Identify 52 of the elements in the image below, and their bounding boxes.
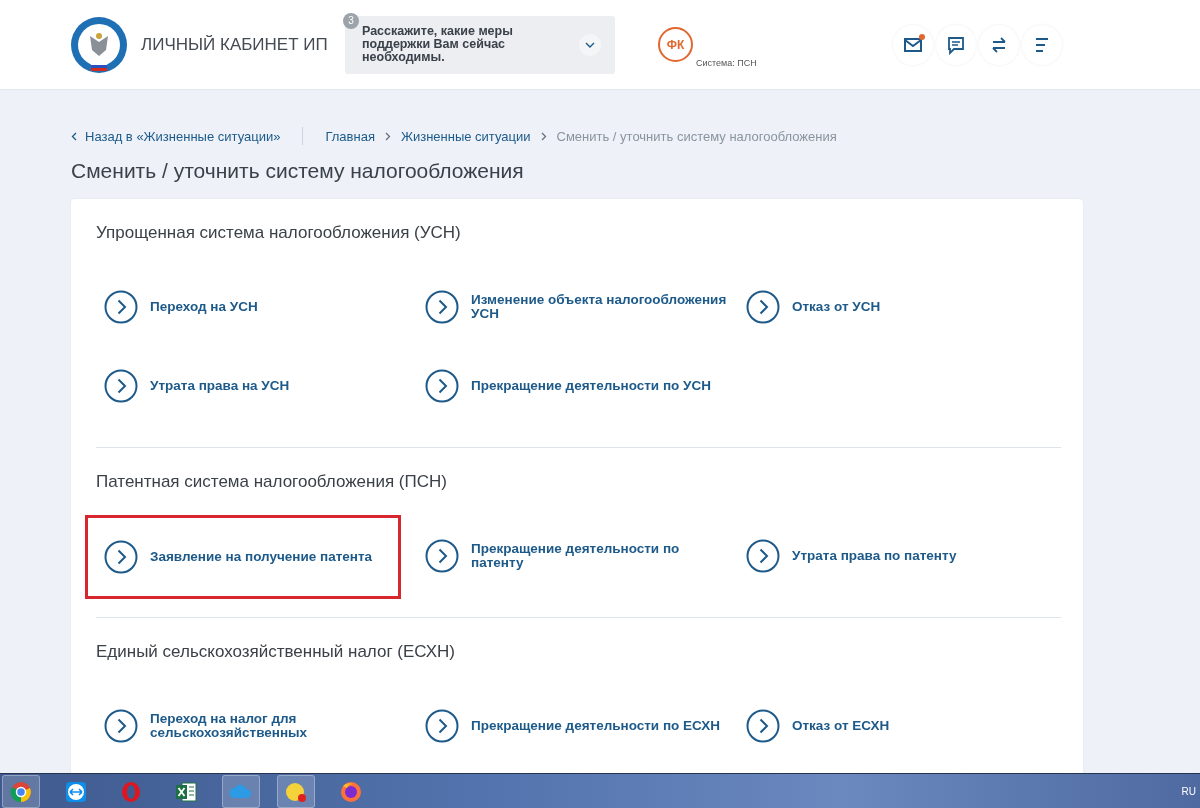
arrow-circle-icon: [746, 289, 780, 324]
menu-button[interactable]: [1022, 24, 1062, 65]
arrow-circle-icon: [425, 538, 459, 573]
arrow-circle-icon: [104, 289, 138, 324]
option-link[interactable]: Утрата права на УСН: [150, 378, 412, 393]
option-link[interactable]: Переход на УСН: [150, 299, 412, 314]
breadcrumb-link[interactable]: Жизненные ситуации: [400, 128, 531, 144]
browser-icon: [119, 779, 143, 804]
page-title: Сменить / уточнить систему налогообложения: [71, 159, 525, 183]
count-badge: 3: [343, 12, 359, 29]
chevron-icon: [384, 131, 391, 141]
chat-button[interactable]: [936, 24, 976, 65]
arrow-circle-icon: [425, 708, 459, 743]
breadcrumb-current: Сменить / уточнить систему налогообложения: [556, 128, 837, 144]
site-title: ЛИЧНЫЙ КАБИНЕТ ИП: [141, 34, 329, 55]
option-link[interactable]: Прекращение деятельности по УСН: [471, 378, 733, 393]
taskbar-button[interactable]: [2, 775, 40, 808]
chevron-icon: [540, 131, 547, 141]
spreadsheet-icon: [174, 779, 198, 804]
emblem-logo: [70, 15, 128, 74]
arrow-circle-icon: [104, 540, 138, 574]
option-link[interactable]: Переход на налог для сельскохозяйственных: [150, 711, 412, 740]
section-title: Патентная система налогообложения (ПСН): [96, 471, 448, 493]
option-link[interactable]: Изменение объекта налогообложения УСН: [471, 292, 733, 321]
tax-system-label: Система: ПСН: [696, 58, 757, 68]
option-link[interactable]: Прекращение деятельности по ЕСХН: [471, 718, 733, 733]
chevron-down-icon: [585, 41, 595, 48]
browser-icon: [9, 779, 33, 804]
section-title: Единый сельскохозяйственный налог (ЕСХН): [96, 641, 456, 663]
back-link[interactable]: Назад в «Жизненные ситуации»: [71, 128, 281, 144]
browser-icon: [339, 779, 363, 804]
arrow-circle-icon: [104, 368, 138, 403]
remote-icon: [64, 779, 88, 804]
chevron-left-icon: [71, 131, 77, 141]
option-link[interactable]: Прекращение деятельности по патенту: [471, 541, 733, 570]
option-link[interactable]: Утрата права по патенту: [792, 548, 1054, 563]
chat-icon: [946, 34, 966, 55]
arrow-circle-icon: [746, 538, 780, 573]
option-link[interactable]: Заявление на получение патента: [150, 550, 398, 564]
taskbar-button[interactable]: [277, 775, 315, 808]
switch-button[interactable]: [979, 24, 1019, 65]
section-title: Упрощенная система налогообложения (УСН): [96, 222, 462, 244]
arrow-circle-icon: [425, 368, 459, 403]
arrow-circle-icon: [425, 289, 459, 324]
mail-button[interactable]: [893, 24, 933, 65]
arrow-circle-icon: [746, 708, 780, 743]
option-link[interactable]: Отказ от ЕСХН: [792, 718, 1054, 733]
notice-text: Расскажите, какие меры поддержки Вам сейчас необходимы.: [362, 25, 514, 64]
option-link[interactable]: Отказ от УСН: [792, 299, 1054, 314]
arrow-circle-icon: [104, 708, 138, 743]
breadcrumb-link[interactable]: Главная: [325, 128, 375, 144]
language-indicator[interactable]: RU: [1181, 786, 1196, 797]
